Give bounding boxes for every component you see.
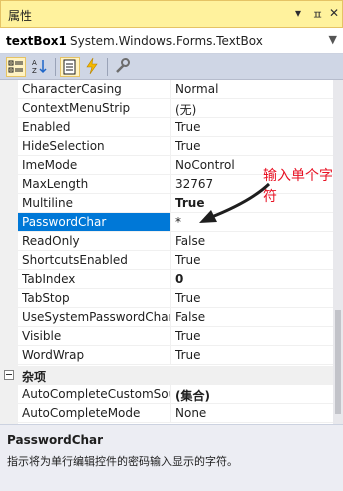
pin-icon[interactable]: ㅍ [312, 6, 323, 23]
property-row[interactable]: TabStop True [18, 289, 333, 308]
property-value[interactable]: (无) [175, 101, 331, 118]
property-value[interactable]: True [175, 120, 331, 134]
events-icon[interactable] [83, 57, 103, 77]
property-name: CharacterCasing [22, 82, 122, 96]
svg-text:Z: Z [32, 67, 37, 75]
alphabetical-icon[interactable]: AZ [30, 57, 50, 77]
property-value[interactable]: False [175, 310, 331, 324]
chevron-down-icon[interactable]: ▼ [329, 33, 337, 46]
property-value[interactable]: 0 [175, 272, 331, 286]
description-text: 指示将为单行编辑控件的密码输入显示的字符。 [7, 455, 238, 468]
object-name: textBox1 [6, 34, 67, 48]
property-row[interactable]: ShortcutsEnabled True [18, 251, 333, 270]
property-name: Enabled [22, 120, 71, 134]
object-type: System.Windows.Forms.TextBox [70, 34, 263, 48]
property-row[interactable]: AutoCompleteMode None [18, 404, 333, 423]
object-selector[interactable]: textBox1 System.Windows.Forms.TextBox ▼ [0, 28, 343, 54]
property-name: ReadOnly [22, 234, 80, 248]
property-value[interactable]: True [175, 253, 331, 267]
property-name: Multiline [22, 196, 73, 210]
property-name: ShortcutsEnabled [22, 253, 128, 267]
category-header-misc[interactable]: 杂项 [0, 366, 333, 385]
property-value[interactable]: (集合) [175, 387, 331, 404]
properties-icon[interactable] [60, 57, 80, 77]
property-name: WordWrap [22, 348, 85, 362]
property-name: TabStop [22, 291, 70, 305]
property-name: ContextMenuStrip [22, 101, 131, 115]
property-pages-icon[interactable] [113, 57, 133, 77]
property-row[interactable]: TabIndex 0 [18, 270, 333, 289]
property-row[interactable]: CharacterCasing Normal [18, 80, 333, 99]
panel-titlebar: 属性 ▾ ㅍ ✕ [0, 0, 343, 28]
property-value[interactable]: None [175, 406, 331, 420]
dropdown-icon[interactable]: ▾ [295, 6, 301, 20]
property-name: Visible [22, 329, 62, 343]
property-row[interactable]: AutoCompleteCustomSource (集合) [18, 385, 333, 404]
property-value[interactable]: True [175, 329, 331, 343]
collapse-icon[interactable] [4, 370, 14, 380]
property-value[interactable]: True [175, 291, 331, 305]
property-name: AutoCompleteCustomSource [22, 387, 170, 401]
panel-title: 属性 [8, 9, 33, 23]
description-panel: PasswordChar 指示将为单行编辑控件的密码输入显示的字符。 [0, 424, 343, 491]
properties-toolbar: AZ [0, 54, 343, 80]
property-value[interactable]: True [175, 348, 331, 362]
scrollbar-thumb[interactable] [335, 310, 341, 414]
property-name: HideSelection [22, 139, 105, 153]
property-name: MaxLength [22, 177, 89, 191]
toolbar-separator [107, 58, 108, 76]
property-row[interactable]: ContextMenuStrip (无) [18, 99, 333, 118]
categorized-icon[interactable] [6, 57, 26, 77]
property-row[interactable]: ReadOnly False [18, 232, 333, 251]
toolbar-separator [55, 58, 56, 76]
svg-text:A: A [32, 59, 37, 67]
property-row[interactable]: Visible True [18, 327, 333, 346]
property-name: TabIndex [22, 272, 76, 286]
close-icon[interactable]: ✕ [329, 6, 339, 20]
annotation-text: 输入单个字符 [263, 168, 333, 205]
description-title: PasswordChar [7, 433, 104, 447]
category-name: 杂项 [22, 370, 47, 384]
property-name: AutoCompleteMode [22, 406, 141, 420]
property-row[interactable]: WordWrap True [18, 346, 333, 365]
property-name: ImeMode [22, 158, 78, 172]
property-row[interactable]: UseSystemPasswordChar False [18, 308, 333, 327]
property-row[interactable]: HideSelection True [18, 137, 333, 156]
property-row[interactable]: Enabled True [18, 118, 333, 137]
property-value[interactable]: Normal [175, 82, 331, 96]
property-value[interactable]: True [175, 139, 331, 153]
property-name: UseSystemPasswordChar [22, 310, 170, 324]
property-grid: CharacterCasing Normal ContextMenuStrip (无… [0, 80, 333, 424]
property-value[interactable]: False [175, 234, 331, 248]
property-name: PasswordChar [18, 213, 170, 231]
property-row-selected[interactable]: PasswordChar * [18, 213, 333, 232]
